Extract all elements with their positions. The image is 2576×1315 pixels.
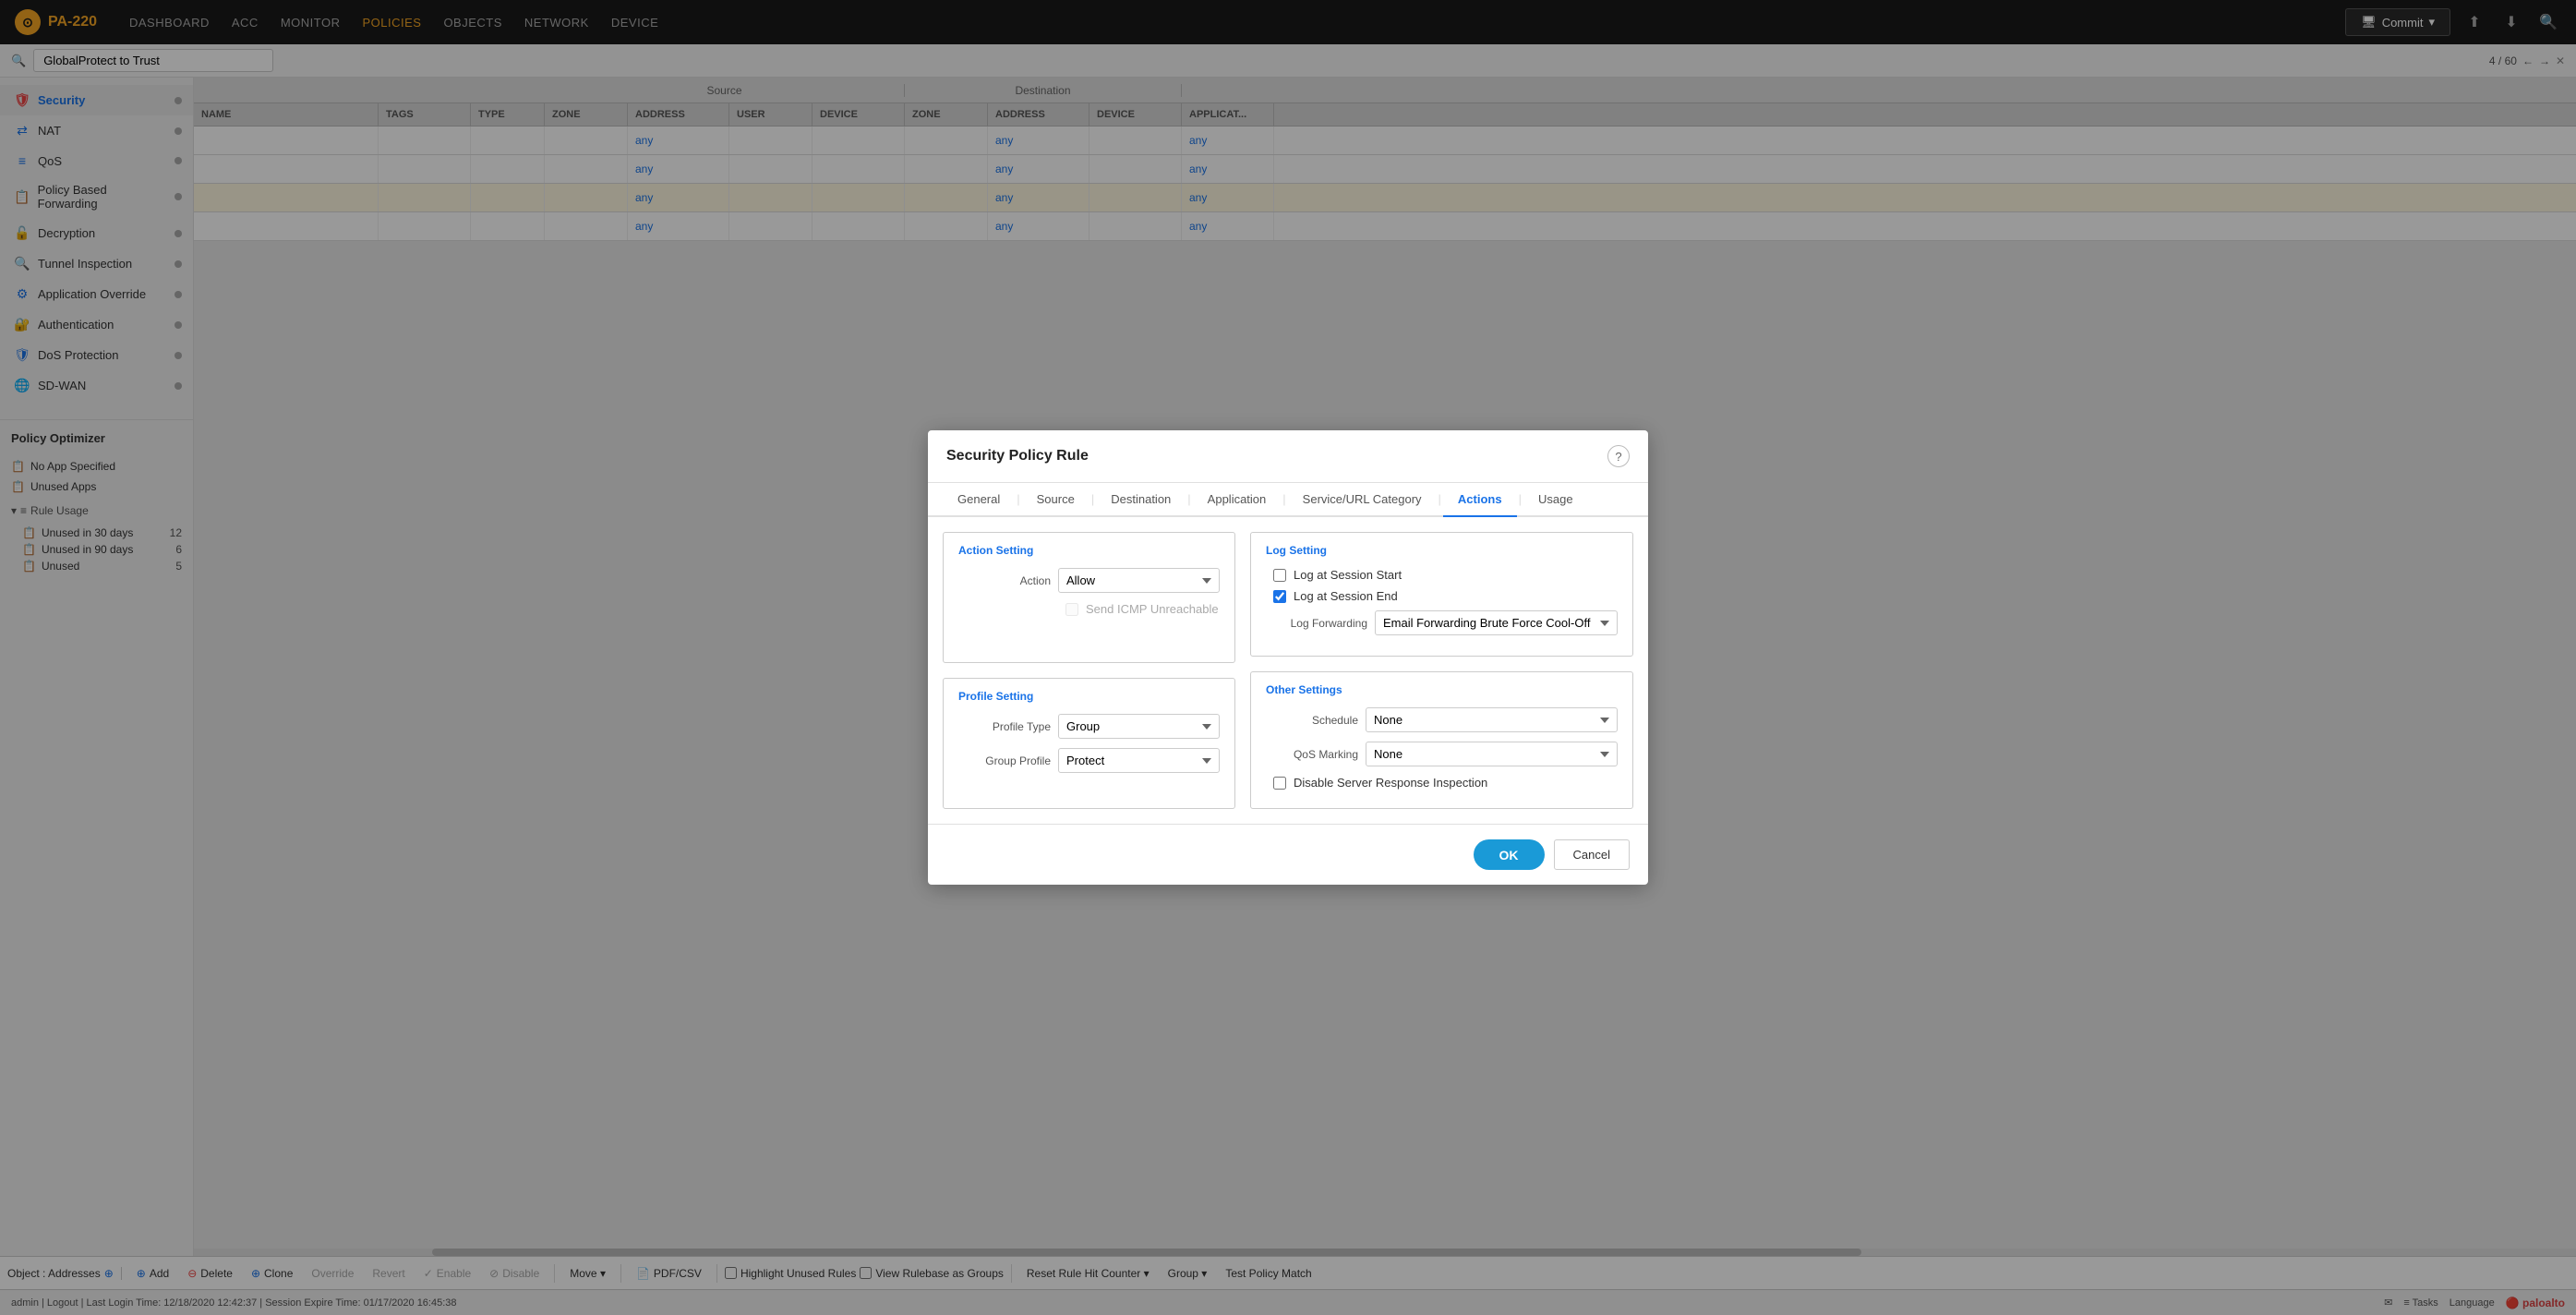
tab-divider-5: | (1437, 483, 1443, 515)
log-session-end-label: Log at Session End (1294, 589, 1398, 603)
tab-general[interactable]: General (943, 483, 1015, 517)
log-forwarding-select[interactable]: None Email Forwarding Brute Force Cool-O… (1375, 610, 1618, 635)
action-setting-title: Action Setting (958, 544, 1220, 557)
profile-type-label: Profile Type (958, 720, 1051, 733)
log-session-start-row: Log at Session Start (1266, 568, 1618, 582)
tab-divider-2: | (1089, 483, 1096, 515)
profile-type-row: Profile Type None Profiles Group (958, 714, 1220, 739)
modal-body: Action Setting Action Allow Deny Drop (928, 517, 1648, 824)
group-profile-label: Group Profile (958, 754, 1051, 767)
send-icmp-label: Send ICMP Unreachable (1086, 602, 1219, 616)
log-session-end-checkbox[interactable] (1273, 590, 1286, 603)
action-select[interactable]: Allow Deny Drop (1058, 568, 1220, 593)
qos-marking-row: QoS Marking None (1266, 742, 1618, 766)
action-label: Action (958, 574, 1051, 587)
log-setting-title: Log Setting (1266, 544, 1618, 557)
modal-tabs: General | Source | Destination | Applica… (928, 483, 1648, 517)
tab-divider-1: | (1015, 483, 1021, 515)
group-profile-select[interactable]: Protect Default Custom (1058, 748, 1220, 773)
modal-backdrop: Security Policy Rule ? General | Source … (0, 0, 2576, 1315)
tab-divider-6: | (1517, 483, 1523, 515)
log-session-start-checkbox[interactable] (1273, 569, 1286, 582)
action-form-row: Action Allow Deny Drop (958, 568, 1220, 593)
tab-source[interactable]: Source (1022, 483, 1089, 517)
other-settings-title: Other Settings (1266, 683, 1618, 696)
right-column: Log Setting Log at Session Start Log at … (1250, 532, 1633, 809)
modal-footer: OK Cancel (928, 824, 1648, 885)
modal-help-button[interactable]: ? (1607, 445, 1630, 467)
tab-service-url[interactable]: Service/URL Category (1288, 483, 1437, 517)
log-session-end-row: Log at Session End (1266, 589, 1618, 603)
profile-type-select[interactable]: None Profiles Group (1058, 714, 1220, 739)
security-policy-rule-modal: Security Policy Rule ? General | Source … (928, 430, 1648, 885)
log-forwarding-label: Log Forwarding (1266, 617, 1367, 630)
log-setting-panel: Log Setting Log at Session Start Log at … (1250, 532, 1633, 657)
send-icmp-row: Send ICMP Unreachable (958, 602, 1220, 623)
modal-title: Security Policy Rule (946, 448, 1089, 464)
qos-marking-select[interactable]: None (1366, 742, 1618, 766)
profile-setting-panel: Profile Setting Profile Type None Profil… (943, 678, 1235, 809)
tab-divider-3: | (1186, 483, 1192, 515)
modal-header: Security Policy Rule ? (928, 430, 1648, 483)
left-column: Action Setting Action Allow Deny Drop (943, 532, 1235, 809)
profile-setting-title: Profile Setting (958, 690, 1220, 703)
tab-usage[interactable]: Usage (1523, 483, 1588, 517)
tab-application[interactable]: Application (1193, 483, 1282, 517)
tab-destination[interactable]: Destination (1096, 483, 1186, 517)
log-forwarding-row: Log Forwarding None Email Forwarding Bru… (1266, 610, 1618, 635)
schedule-label: Schedule (1266, 714, 1358, 727)
other-settings-panel: Other Settings Schedule None QoS Marking… (1250, 671, 1633, 809)
schedule-row: Schedule None (1266, 707, 1618, 732)
log-session-start-label: Log at Session Start (1294, 568, 1402, 582)
disable-server-row: Disable Server Response Inspection (1266, 776, 1618, 790)
schedule-select[interactable]: None (1366, 707, 1618, 732)
group-profile-row: Group Profile Protect Default Custom (958, 748, 1220, 773)
send-icmp-checkbox[interactable] (1065, 603, 1078, 616)
action-setting-panel: Action Setting Action Allow Deny Drop (943, 532, 1235, 663)
ok-button[interactable]: OK (1474, 839, 1545, 870)
tab-actions[interactable]: Actions (1443, 483, 1517, 517)
disable-server-label: Disable Server Response Inspection (1294, 776, 1487, 790)
disable-server-checkbox[interactable] (1273, 777, 1286, 790)
tab-divider-4: | (1281, 483, 1287, 515)
cancel-button[interactable]: Cancel (1554, 839, 1630, 870)
qos-marking-label: QoS Marking (1266, 748, 1358, 761)
send-icmp-checkbox-row: Send ICMP Unreachable (1058, 602, 1219, 616)
